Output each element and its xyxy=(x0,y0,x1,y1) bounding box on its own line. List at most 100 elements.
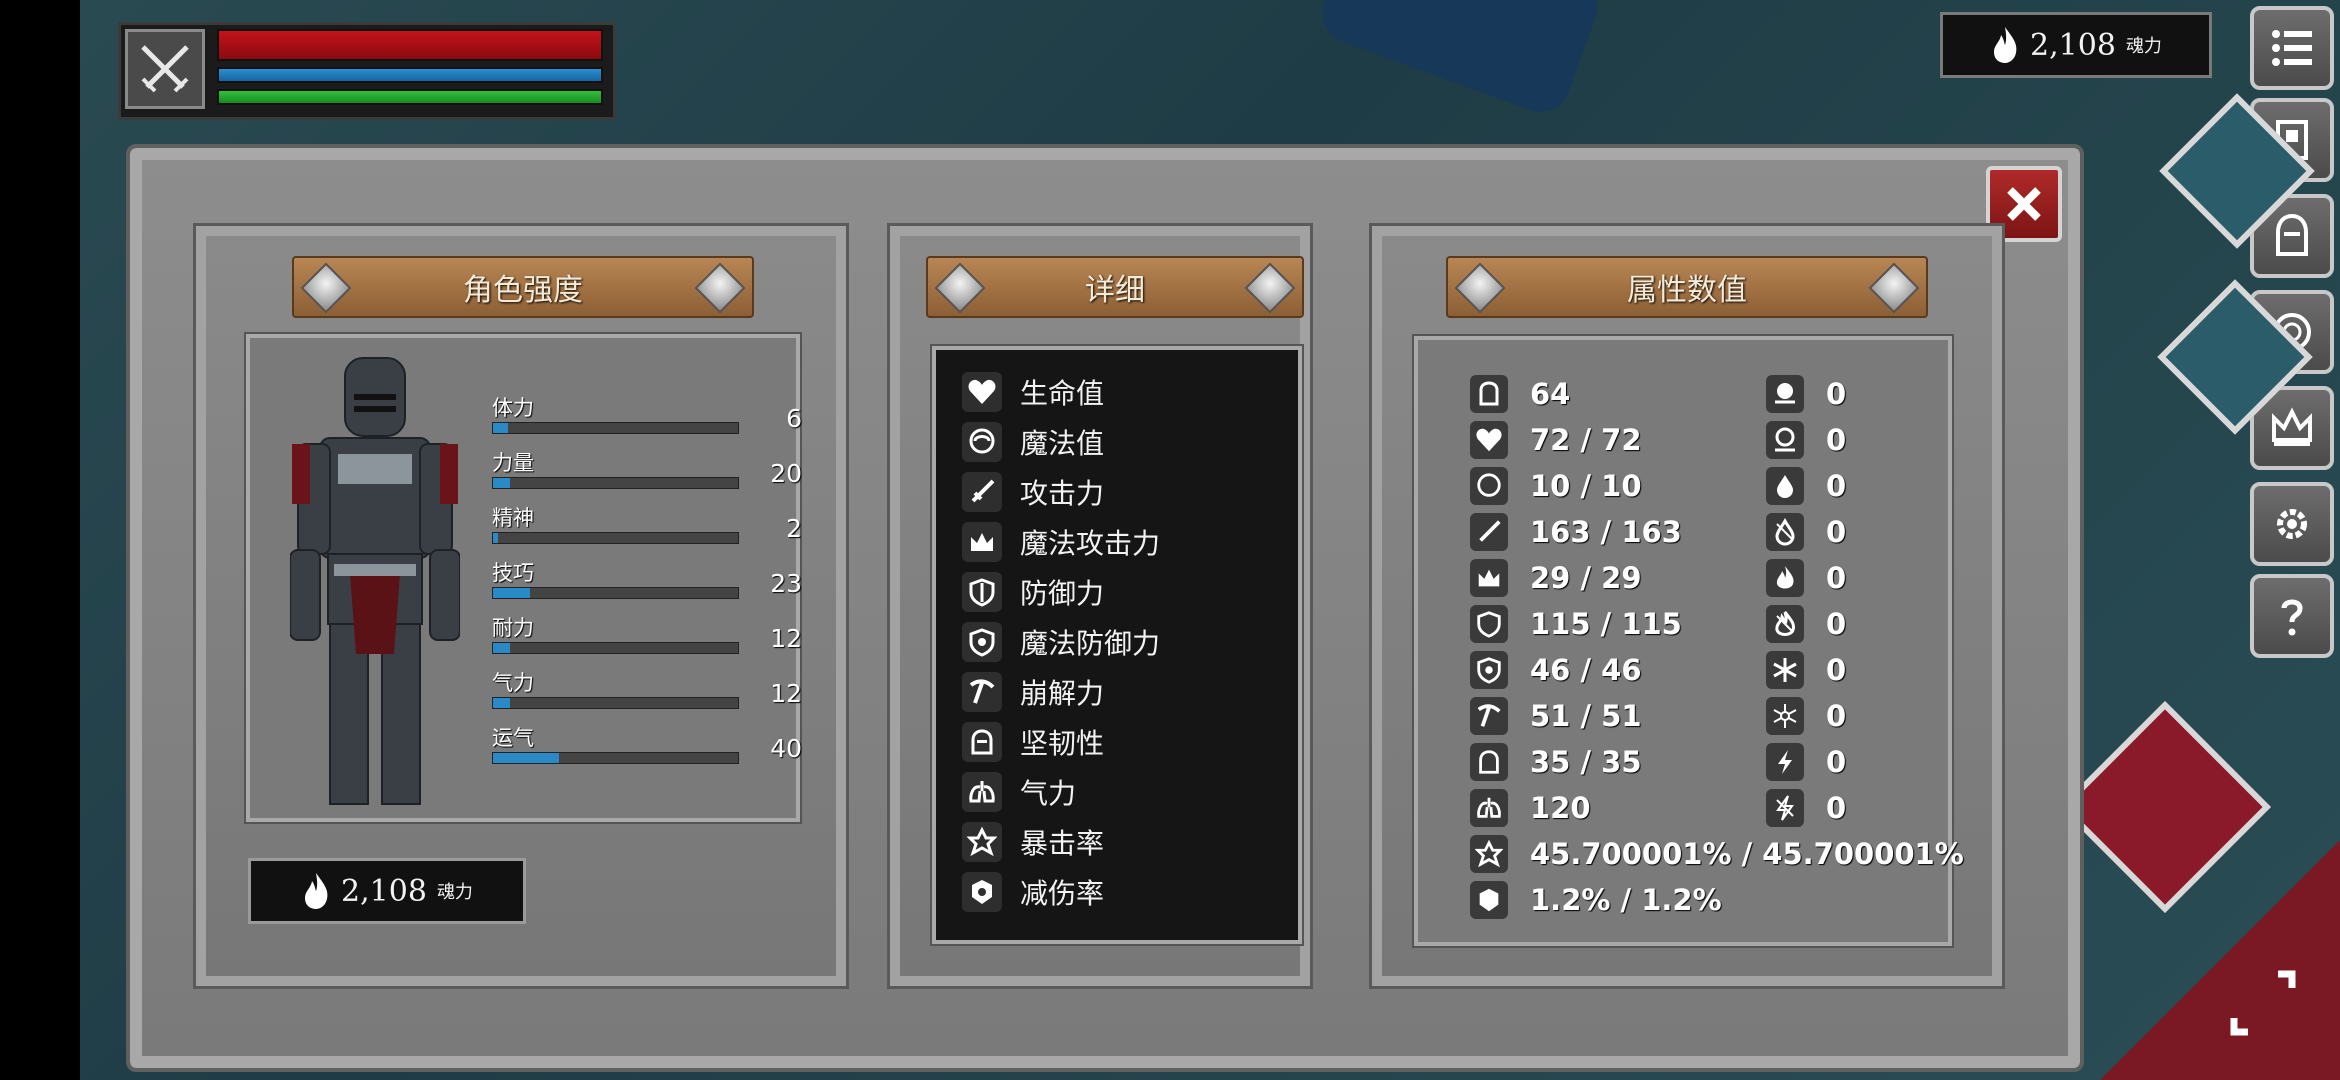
attribute-row: 64 xyxy=(1470,374,1570,414)
detail-item: 坚韧性 xyxy=(962,720,1104,764)
attribute-value: 51 / 51 xyxy=(1530,699,1642,733)
attribute-value: 0 xyxy=(1826,791,1847,825)
crown-icon xyxy=(962,522,1002,562)
flame-icon xyxy=(1994,27,2017,63)
fire-icon xyxy=(1766,559,1804,597)
mana-bar xyxy=(217,67,603,83)
stat-label: 体力 xyxy=(492,396,534,420)
attribute-row: 51 / 51 xyxy=(1470,696,1642,736)
stat-value: 12 xyxy=(770,679,802,708)
stat-track xyxy=(492,752,739,764)
expand-icon[interactable] xyxy=(2228,968,2298,1038)
stat-row: 力量 20 xyxy=(492,447,802,497)
snowflake-icon xyxy=(1766,651,1804,689)
detail-item: 减伤率 xyxy=(962,870,1104,914)
attribute-row: 0 xyxy=(1766,604,1846,644)
detail-label: 崩解力 xyxy=(1020,677,1105,710)
detail-label: 防御力 xyxy=(1020,577,1105,610)
detail-label: 生命值 xyxy=(1020,377,1105,410)
stat-row: 体力 6 xyxy=(492,392,802,442)
stat-label: 精神 xyxy=(492,506,534,530)
sword-icon xyxy=(1470,513,1508,551)
detail-label: 魔法攻击力 xyxy=(1020,527,1161,560)
plank-gem xyxy=(1244,262,1296,314)
character-title: 角色强度 xyxy=(463,273,583,308)
detail-item: 魔法攻击力 xyxy=(962,520,1160,564)
attribute-row: 115 / 115 xyxy=(1470,604,1682,644)
detail-item: 防御力 xyxy=(962,570,1104,614)
stat-fill xyxy=(493,698,511,708)
attribute-row: 72 / 72 xyxy=(1470,420,1642,460)
heart-icon xyxy=(1470,421,1508,459)
attribute-value: 72 / 72 xyxy=(1530,423,1642,457)
detail-label: 坚韧性 xyxy=(1020,727,1105,760)
lungs-icon xyxy=(962,772,1002,812)
attribute-value: 45.700001% / 45.700001% xyxy=(1530,837,1964,871)
detail-item: 气力 xyxy=(962,770,1076,814)
soul-unit: 魂力 xyxy=(436,882,473,903)
pickaxe-icon xyxy=(1470,697,1508,735)
water-shape xyxy=(1313,0,1607,121)
cut-fire-icon xyxy=(1766,605,1804,643)
poison-skull-icon xyxy=(1766,421,1804,459)
stat-track xyxy=(492,532,739,544)
stat-value: 20 xyxy=(770,459,802,488)
help-button[interactable] xyxy=(2250,574,2334,658)
character-title-plank: 角色强度 xyxy=(292,256,754,318)
sword-icon xyxy=(962,472,1002,512)
attribute-row: 0 xyxy=(1766,466,1846,506)
cut-drop-icon xyxy=(1766,513,1804,551)
attributes-title-plank: 属性数值 xyxy=(1446,256,1928,318)
stat-value: 23 xyxy=(770,569,802,598)
stat-row: 运气 40 xyxy=(492,722,802,772)
detail-item: 魔法防御力 xyxy=(962,620,1160,664)
star-icon xyxy=(962,822,1002,862)
attribute-value: 0 xyxy=(1826,561,1847,595)
flame-icon xyxy=(305,873,328,909)
attribute-row: 0 xyxy=(1766,742,1846,782)
detail-label: 暴击率 xyxy=(1020,827,1105,860)
attribute-value: 0 xyxy=(1826,469,1847,503)
plank-gem xyxy=(1454,262,1506,314)
attribute-value: 115 / 115 xyxy=(1530,607,1682,641)
plank-gem xyxy=(694,262,746,314)
plank-gem xyxy=(1868,262,1920,314)
stat-label: 技巧 xyxy=(492,561,534,585)
lungs-icon xyxy=(1470,789,1508,827)
settings-button[interactable] xyxy=(2250,482,2334,566)
stat-fill xyxy=(493,533,498,543)
attribute-value: 29 / 29 xyxy=(1530,561,1642,595)
stat-fill xyxy=(493,588,530,598)
stat-fill xyxy=(493,478,511,488)
stat-label: 耐力 xyxy=(492,616,534,640)
attribute-row: 0 xyxy=(1766,788,1846,828)
lightning-icon xyxy=(1766,743,1804,781)
attribute-value: 120 xyxy=(1530,791,1591,825)
armor-icon xyxy=(1470,375,1508,413)
attribute-value: 0 xyxy=(1826,423,1847,457)
attribute-row: 10 / 10 xyxy=(1470,466,1642,506)
soul-unit: 魂力 xyxy=(2125,36,2162,57)
stat-label: 运气 xyxy=(492,726,534,750)
soul-value: 2,108 xyxy=(2030,27,2116,63)
attribute-value: 64 xyxy=(1530,377,1571,411)
menu-button[interactable] xyxy=(2250,6,2334,90)
stat-fill xyxy=(493,753,560,763)
attribute-row: 0 xyxy=(1766,650,1846,690)
crown-icon xyxy=(2272,407,2312,446)
detail-title: 详细 xyxy=(1085,273,1145,308)
attribute-value: 0 xyxy=(1826,607,1847,641)
stat-label: 力量 xyxy=(492,451,534,475)
stat-value: 40 xyxy=(770,734,802,763)
attribute-value: 35 / 35 xyxy=(1530,745,1642,779)
detail-label: 减伤率 xyxy=(1020,877,1105,910)
attribute-row: 46 / 46 xyxy=(1470,650,1642,690)
stat-row: 精神 2 xyxy=(492,502,802,552)
magic-shield-icon xyxy=(1470,651,1508,689)
detail-item: 暴击率 xyxy=(962,820,1104,864)
gear-icon xyxy=(2277,509,2307,539)
stat-row: 耐力 12 xyxy=(492,612,802,662)
blood-drop-icon xyxy=(1766,467,1804,505)
weapon-slot[interactable] xyxy=(125,29,205,109)
star-icon xyxy=(1470,835,1508,873)
